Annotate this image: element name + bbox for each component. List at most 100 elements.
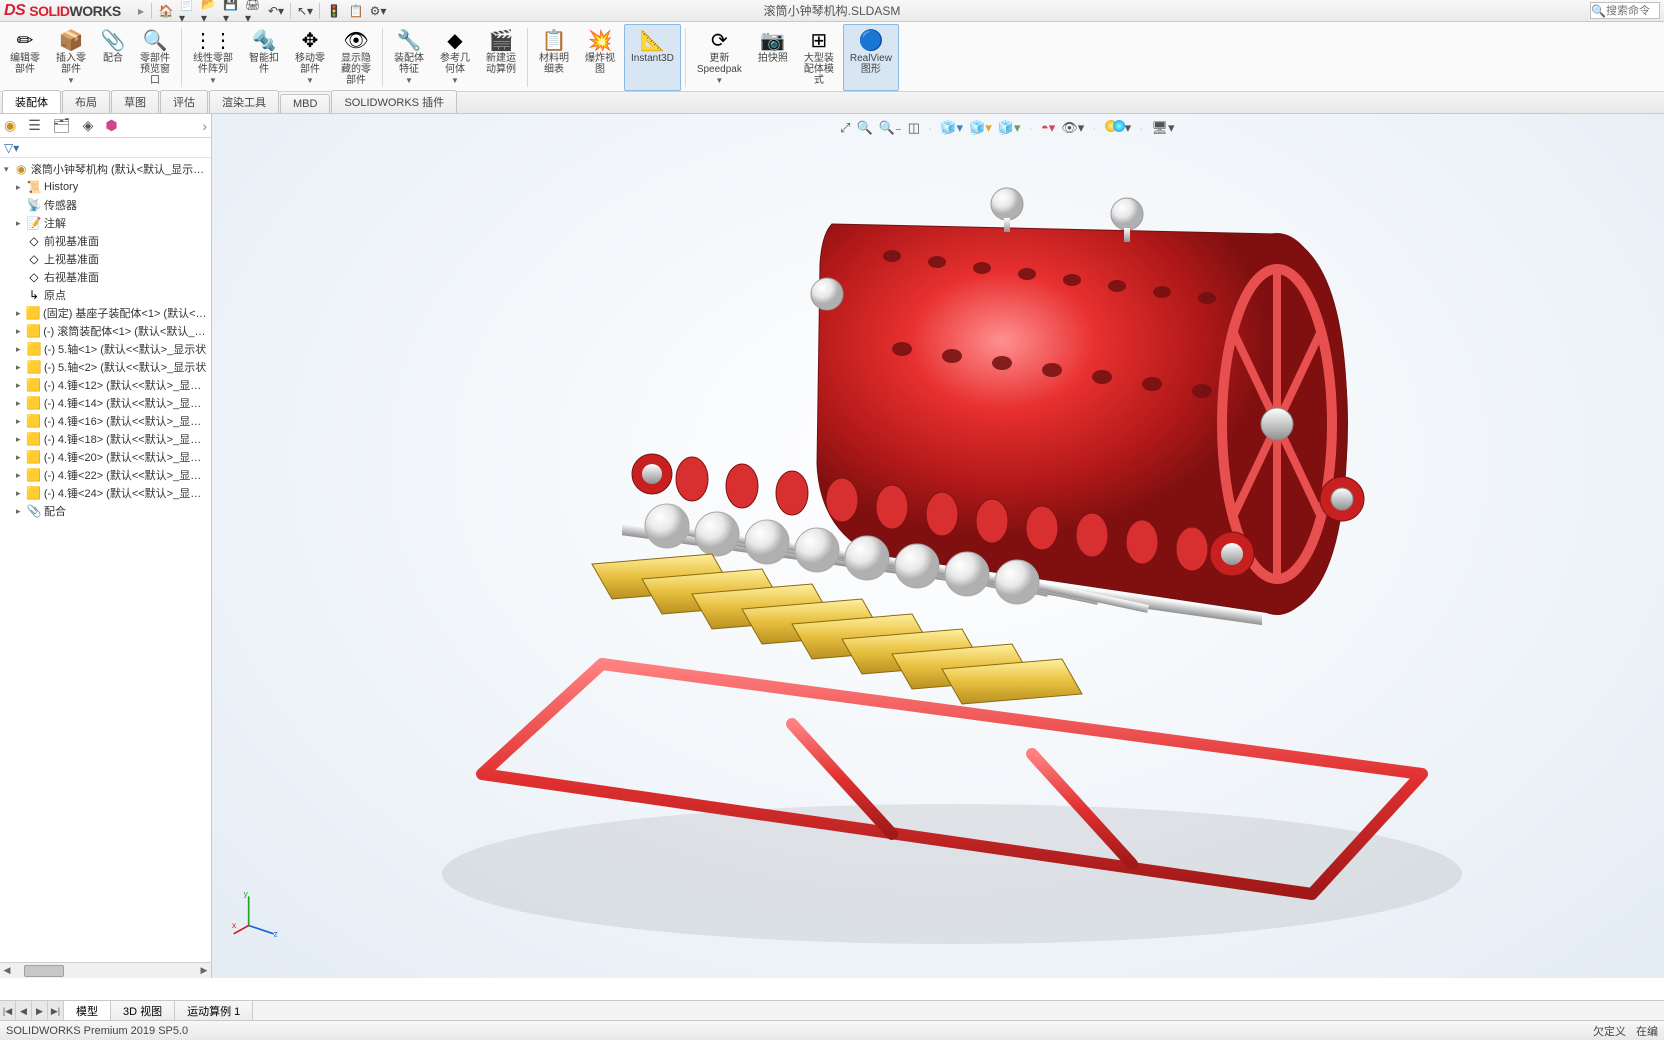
config-tab-icon[interactable]: 🗂 <box>53 117 71 134</box>
sidebar-expand-icon[interactable]: › <box>202 118 207 134</box>
ribbon-exploded-view[interactable]: 💥爆炸视 图 <box>578 24 622 91</box>
ribbon-realview[interactable]: 🔵RealView 图形 <box>843 24 899 91</box>
status-bar: SOLIDWORKS Premium 2019 SP5.0 欠定义 在编 <box>0 1020 1664 1040</box>
tab-1[interactable]: 布局 <box>62 90 110 113</box>
tree-filter-row: ▽▾ <box>0 138 211 158</box>
display-tab-icon[interactable]: ◈ <box>83 117 94 134</box>
tab-5[interactable]: MBD <box>280 94 330 113</box>
home-icon[interactable]: 🏠 <box>157 2 175 20</box>
hammer-24-icon: 🟨 <box>26 486 42 500</box>
btab-next-icon[interactable]: ▶ <box>32 1001 48 1020</box>
ribbon-smart-fastener[interactable]: 🔩智能扣 件 <box>242 24 286 91</box>
command-tab-strip: 装配体布局草图评估渲染工具MBDSOLIDWORKS 插件 <box>0 92 1664 114</box>
scroll-left-icon[interactable]: ◀ <box>0 965 14 976</box>
scroll-right-icon[interactable]: ▶ <box>197 965 211 976</box>
select-icon[interactable]: ↖▾ <box>296 2 314 20</box>
logo-ds: DS <box>4 2 25 20</box>
tree-node-sensors[interactable]: 📡传感器 <box>0 196 211 214</box>
new-file-icon[interactable]: 📄▾ <box>179 2 197 20</box>
ribbon-reference-geom[interactable]: ◆参考几 何体▼ <box>433 24 477 91</box>
feature-tree-tab-icon[interactable]: ◉ <box>4 117 16 134</box>
tree-node-axis-5-1[interactable]: ▸🟨(-) 5.轴<1> (默认<<默认>_显示状 <box>0 340 211 358</box>
main-area: ◉ ☰ 🗂 ◈ ⬢ › ▽▾ ▾ ◉ 滚筒小钟琴机构 (默认<默认_显示状态- … <box>0 114 1664 978</box>
tree-node-origin[interactable]: ↳原点 <box>0 286 211 304</box>
bottom-tab-1[interactable]: 3D 视图 <box>111 1001 175 1021</box>
assembly-icon: ◉ <box>14 162 29 176</box>
search-input[interactable] <box>1606 5 1651 17</box>
tree-node-hammer-18[interactable]: ▸🟨(-) 4.锤<18> (默认<<默认>_显示状 <box>0 430 211 448</box>
appearance-tab-icon[interactable]: ⬢ <box>105 117 117 134</box>
tab-2[interactable]: 草图 <box>111 90 159 113</box>
tree-node-history[interactable]: ▸📜History <box>0 178 211 196</box>
filter-icon[interactable]: ▽▾ <box>4 141 19 155</box>
hammer-14-icon: 🟨 <box>26 396 42 410</box>
ribbon-linear-pattern[interactable]: ⋮⋮线性零部 件阵列▼ <box>186 24 240 91</box>
ribbon-move-component[interactable]: ✥移动零 部件▼ <box>288 24 332 91</box>
annotations-icon: 📝 <box>26 216 42 230</box>
ribbon-show-hidden[interactable]: 👁显示隐 藏的零 部件 <box>334 24 378 91</box>
axis-5-2-icon: 🟨 <box>26 360 42 374</box>
tree-node-hammer-22[interactable]: ▸🟨(-) 4.锤<22> (默认<<默认>_显示状 <box>0 466 211 484</box>
tab-0[interactable]: 装配体 <box>2 90 61 113</box>
tree-node-axis-5-2[interactable]: ▸🟨(-) 5.轴<2> (默认<<默认>_显示状 <box>0 358 211 376</box>
3d-viewport[interactable]: ⤢ 🔍 🔍₋ ◫ · 🧊▾ 🧊▾ 🧊▾ · ◓▾ 👁▾ · ▾ · 🖥▾ <box>212 114 1664 978</box>
btab-first-icon[interactable]: |◀ <box>0 1001 16 1020</box>
btab-prev-icon[interactable]: ◀ <box>16 1001 32 1020</box>
ribbon-bom[interactable]: 📋材料明 细表 <box>532 24 576 91</box>
scroll-thumb[interactable] <box>24 965 64 977</box>
search-box[interactable]: 🔍 <box>1590 2 1660 19</box>
move-component-icon: ✥ <box>299 29 321 51</box>
ribbon-update-speedpak[interactable]: ⟳更新 Speedpak▼ <box>690 24 749 91</box>
tree-node-hammer-12[interactable]: ▸🟨(-) 4.锤<12> (默认<<默认>_显示状 <box>0 376 211 394</box>
sidebar-h-scroll[interactable]: ◀ ▶ <box>0 962 211 978</box>
tree-node-base-subassembly[interactable]: ▸🟨(固定) 基座子装配体<1> (默认<默认 <box>0 304 211 322</box>
open-file-icon[interactable]: 📂▾ <box>201 2 219 20</box>
rebuild-icon[interactable]: 🚦 <box>325 2 343 20</box>
hammer-20-icon: 🟨 <box>26 450 42 464</box>
ribbon-instant3d[interactable]: 📐Instant3D <box>624 24 681 91</box>
orientation-triad[interactable]: y z x <box>232 888 282 938</box>
smart-fastener-icon: 🔩 <box>253 29 275 51</box>
origin-icon: ↳ <box>26 288 42 302</box>
tree-node-annotations[interactable]: ▸📝注解 <box>0 214 211 232</box>
tab-4[interactable]: 渲染工具 <box>209 90 279 113</box>
options-icon[interactable]: 📋 <box>347 2 365 20</box>
ribbon-assembly-feature[interactable]: 🔧装配体 特征▼ <box>387 24 431 91</box>
tree-node-mates[interactable]: ▸📎配合 <box>0 502 211 520</box>
update-speedpak-icon: ⟳ <box>708 29 730 51</box>
collapse-menu-icon[interactable]: ▸ <box>138 4 144 18</box>
tree-node-right-plane[interactable]: ◇右视基准面 <box>0 268 211 286</box>
top-plane-icon: ◇ <box>26 252 42 266</box>
reference-geom-icon: ◆ <box>444 29 466 51</box>
status-define: 欠定义 <box>1593 1023 1626 1039</box>
tree-node-front-plane[interactable]: ◇前视基准面 <box>0 232 211 250</box>
undo-icon[interactable]: ↶▾ <box>267 2 285 20</box>
bottom-tab-2[interactable]: 运动算例 1 <box>175 1001 253 1021</box>
btab-last-icon[interactable]: ▶| <box>48 1001 64 1020</box>
ribbon-insert-component[interactable]: 📦插入零 部件▼ <box>49 24 93 91</box>
tree-node-top-plane[interactable]: ◇上视基准面 <box>0 250 211 268</box>
tab-6[interactable]: SOLIDWORKS 插件 <box>331 90 457 113</box>
tree-node-hammer-16[interactable]: ▸🟨(-) 4.锤<16> (默认<<默认>_显示状 <box>0 412 211 430</box>
ribbon-new-motion-study[interactable]: 🎬新建运 动算例 <box>479 24 523 91</box>
tree-node-drum-assembly[interactable]: ▸🟨(-) 滚筒装配体<1> (默认<默认_显示 <box>0 322 211 340</box>
save-icon[interactable]: 💾▾ <box>223 2 241 20</box>
logo-works: WORKS <box>70 3 121 19</box>
snapshot-icon: 📷 <box>762 29 784 51</box>
ribbon-component-preview[interactable]: 🔍零部件 预览窗 口 <box>133 24 177 91</box>
ribbon-large-assembly[interactable]: ⊞大型装 配体模 式 <box>797 24 841 91</box>
tree-root[interactable]: ▾ ◉ 滚筒小钟琴机构 (默认<默认_显示状态- <box>0 160 211 178</box>
tree-node-hammer-20[interactable]: ▸🟨(-) 4.锤<20> (默认<<默认>_显示状 <box>0 448 211 466</box>
ribbon-snapshot[interactable]: 📷拍快照 <box>751 24 795 91</box>
tree-node-hammer-24[interactable]: ▸🟨(-) 4.锤<24> (默认<<默认>_显示状 <box>0 484 211 502</box>
print-icon[interactable]: 🖨▾ <box>245 2 263 20</box>
tree-node-hammer-14[interactable]: ▸🟨(-) 4.锤<14> (默认<<默认>_显示状 <box>0 394 211 412</box>
document-title: 滚筒小钟琴机构.SLDASM <box>764 2 901 19</box>
tab-3[interactable]: 评估 <box>160 90 208 113</box>
ribbon-mate[interactable]: 📎配合 <box>95 24 131 91</box>
hammer-18-icon: 🟨 <box>26 432 42 446</box>
ribbon-edit-component[interactable]: ✏编辑零 部件 <box>3 24 47 91</box>
property-tab-icon[interactable]: ☰ <box>28 117 41 134</box>
bottom-tab-0[interactable]: 模型 <box>64 1001 111 1021</box>
settings-icon[interactable]: ⚙▾ <box>369 2 387 20</box>
